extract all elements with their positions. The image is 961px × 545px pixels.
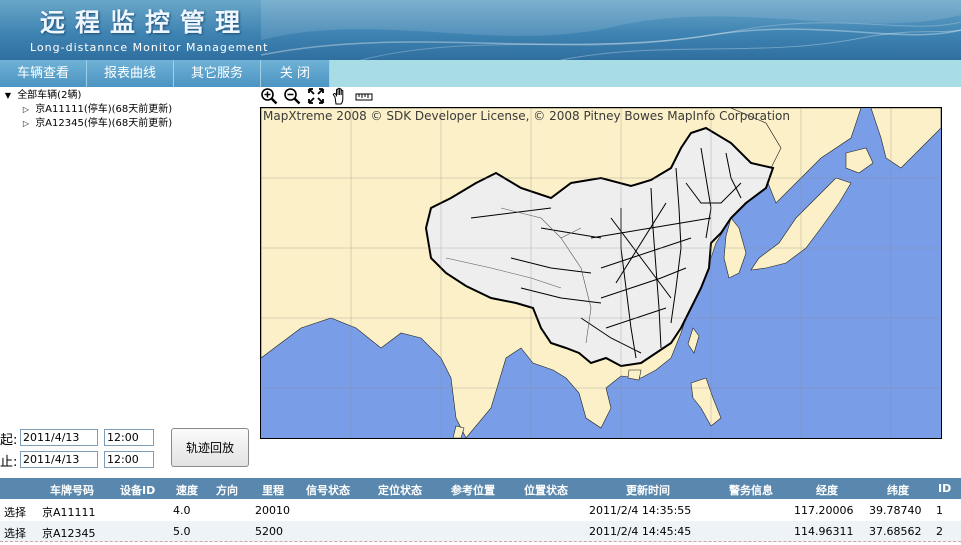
- map-canvas[interactable]: [261, 108, 941, 438]
- zoom-in-icon[interactable]: [260, 87, 278, 105]
- plate-cell: 京A12345: [42, 527, 96, 540]
- col-header[interactable]: 纬度: [887, 482, 909, 498]
- start-date-input[interactable]: [20, 429, 98, 446]
- col-header[interactable]: 警务信息: [729, 482, 773, 498]
- mileage-cell: 20010: [255, 504, 290, 517]
- pan-hand-icon[interactable]: [331, 87, 349, 105]
- tree-root[interactable]: ▼ 全部车辆(2辆): [2, 89, 252, 103]
- table-row[interactable]: 选择 京A11111 4.0 20010 2011/2/4 14:35:55 1…: [0, 500, 961, 520]
- col-header[interactable]: 里程: [262, 482, 284, 498]
- land-philippines: [690, 377, 722, 427]
- id-cell: 1: [936, 504, 943, 517]
- update-time-cell: 2011/2/4 14:35:55: [589, 504, 692, 517]
- end-label: 止:: [0, 455, 18, 470]
- speed-cell: 4.0: [173, 504, 191, 517]
- mileage-cell: 5200: [255, 525, 283, 538]
- tree-item[interactable]: ▷ 京A11111(停车)(68天前更新): [2, 103, 252, 117]
- ruler-icon[interactable]: [355, 87, 373, 105]
- table-row[interactable]: 选择 京A12345 5.0 5200 2011/2/4 14:45:45 11…: [0, 521, 961, 542]
- vehicle-tree: ▼ 全部车辆(2辆) ▷ 京A11111(停车)(68天前更新) ▷ 京A123…: [2, 89, 252, 131]
- latitude-cell: 37.68562: [869, 525, 922, 538]
- select-link[interactable]: 选择: [4, 525, 26, 541]
- map-view[interactable]: MapXtreme 2008 © SDK Developer License, …: [260, 107, 942, 439]
- col-header[interactable]: 车牌号码: [50, 482, 94, 498]
- app-title: 远程监控管理: [40, 8, 251, 37]
- select-link[interactable]: 选择: [4, 504, 26, 520]
- col-header[interactable]: 位置状态: [524, 482, 568, 498]
- col-header[interactable]: 速度: [176, 482, 198, 498]
- tree-item-label[interactable]: 京A11111(停车)(68天前更新): [35, 104, 172, 115]
- tree-item[interactable]: ▷ 京A12345(停车)(68天前更新): [2, 117, 252, 131]
- zoom-out-icon[interactable]: [283, 87, 301, 105]
- land-srilanka: [452, 425, 465, 438]
- full-extent-icon[interactable]: [307, 87, 325, 105]
- speed-cell: 5.0: [173, 525, 191, 538]
- longitude-cell: 114.96311: [794, 525, 854, 538]
- col-header[interactable]: 经度: [816, 482, 838, 498]
- update-time-cell: 2011/2/4 14:45:45: [589, 525, 692, 538]
- end-time-input[interactable]: [104, 451, 154, 468]
- nav-report-chart[interactable]: 报表曲线: [87, 60, 174, 87]
- collapsed-triangle-icon[interactable]: ▷: [20, 117, 32, 131]
- latitude-cell: 39.78740: [869, 504, 922, 517]
- app-subtitle: Long-distannce Monitor Management: [30, 41, 269, 54]
- nav-other-services[interactable]: 其它服务: [174, 60, 261, 87]
- land-kamchatka: [870, 108, 941, 169]
- nav-vehicle-view[interactable]: 车辆查看: [0, 60, 87, 87]
- track-playback-button[interactable]: 轨迹回放: [171, 428, 249, 467]
- header-wave-decoration: [261, 0, 961, 60]
- land-taiwan: [687, 327, 700, 354]
- longitude-cell: 117.20006: [794, 504, 854, 517]
- tree-item-label[interactable]: 京A12345(停车)(68天前更新): [35, 118, 172, 129]
- col-header[interactable]: ID: [938, 482, 951, 495]
- tree-root-label[interactable]: 全部车辆(2辆): [17, 90, 81, 101]
- nav-close[interactable]: 关 闭: [261, 60, 330, 87]
- table-header: 车牌号码 设备ID 速度 方向 里程 信号状态 定位状态 参考位置 位置状态 更…: [0, 478, 961, 499]
- map-copyright: MapXtreme 2008 © SDK Developer License, …: [263, 109, 790, 123]
- col-header[interactable]: 方向: [216, 482, 238, 498]
- col-header[interactable]: 设备ID: [120, 482, 155, 498]
- end-date-input[interactable]: [20, 451, 98, 468]
- land-hokkaido: [845, 147, 874, 174]
- col-header[interactable]: 参考位置: [451, 482, 495, 498]
- plate-cell: 京A11111: [42, 506, 96, 519]
- collapsed-triangle-icon[interactable]: ▷: [20, 103, 32, 117]
- col-header[interactable]: 信号状态: [306, 482, 350, 498]
- id-cell: 2: [936, 525, 943, 538]
- land-hainan: [627, 369, 642, 381]
- col-header[interactable]: 定位状态: [378, 482, 422, 498]
- start-time-input[interactable]: [104, 429, 154, 446]
- nav-bar: 车辆查看 报表曲线 其它服务 关 闭: [0, 60, 961, 87]
- start-label: 起:: [0, 433, 18, 448]
- col-header[interactable]: 更新时间: [626, 482, 670, 498]
- expanded-triangle-icon[interactable]: ▼: [2, 89, 14, 103]
- app-header: 远程监控管理 Long-distannce Monitor Management: [0, 0, 961, 60]
